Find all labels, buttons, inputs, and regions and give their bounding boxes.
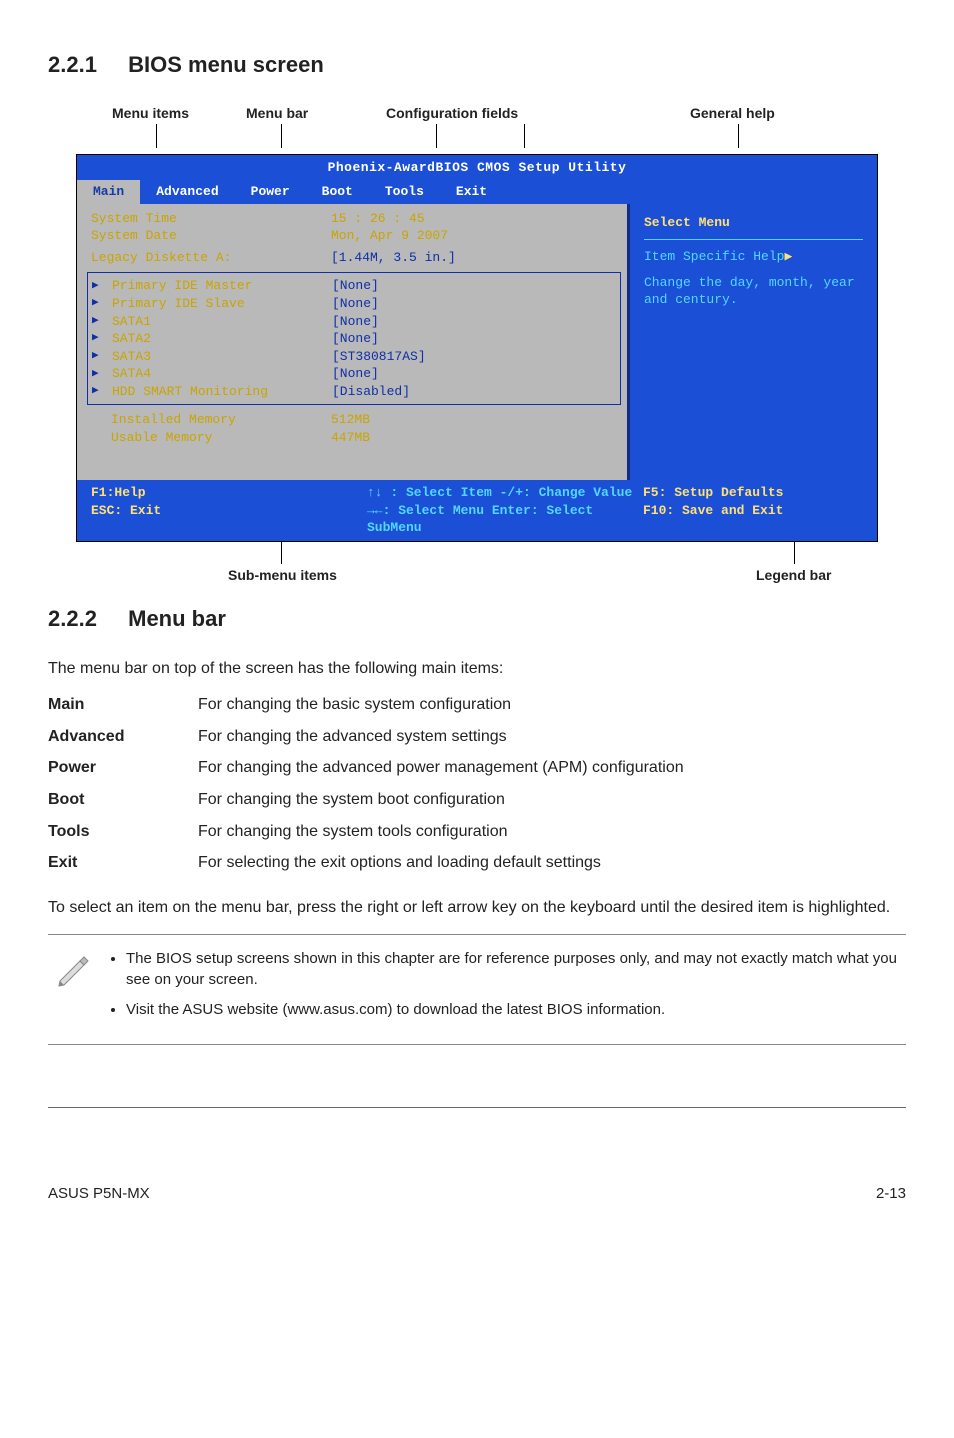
submenu-sata1[interactable]: SATA1: [112, 313, 332, 331]
callout-general: General help: [690, 104, 775, 123]
chevron-right-icon: ▶: [92, 331, 102, 346]
def-val: For changing the advanced system setting…: [198, 721, 696, 753]
footer-left: ASUS P5N-MX: [48, 1184, 150, 1204]
tab-main[interactable]: Main: [77, 180, 140, 204]
bios-title: Phoenix-AwardBIOS CMOS Setup Utility: [77, 155, 877, 181]
def-val: For changing the system boot configurati…: [198, 784, 696, 816]
table-row: PowerFor changing the advanced power man…: [48, 752, 696, 784]
definitions-table: MainFor changing the basic system config…: [48, 689, 696, 879]
chevron-right-icon: ▶: [92, 349, 102, 364]
value-sata1: [None]: [332, 313, 616, 331]
help-line2: Change the day, month, year and century.: [644, 274, 863, 309]
legend-right: F5: Setup Defaults F10: Save and Exit: [643, 484, 863, 537]
submenu-primary-ide-slave[interactable]: Primary IDE Slave: [112, 295, 332, 313]
table-row: MainFor changing the basic system config…: [48, 689, 696, 721]
table-row: ToolsFor changing the system tools confi…: [48, 816, 696, 848]
submenu-sata3[interactable]: SATA3: [112, 348, 332, 366]
heading-num: 2.2.1: [48, 50, 122, 80]
field-installed-memory-label: Installed Memory: [91, 411, 331, 429]
def-key: Tools: [48, 816, 198, 848]
callout-sub-menu: Sub-menu items: [228, 566, 337, 585]
tab-power[interactable]: Power: [235, 180, 306, 204]
tab-boot[interactable]: Boot: [306, 180, 369, 204]
field-usable-memory-value: 447MB: [331, 429, 617, 447]
pencil-icon: [54, 949, 100, 995]
chevron-right-icon: ▶: [92, 384, 102, 399]
bios-menubar: Main Advanced Power Boot Tools Exit: [77, 180, 877, 204]
triangle-right-icon: ▶: [784, 249, 792, 264]
heading-2-2-2: 2.2.2 Menu bar: [48, 604, 906, 634]
submenu-hdd-smart[interactable]: HDD SMART Monitoring: [112, 383, 332, 401]
def-key: Main: [48, 689, 198, 721]
callout-config: Configuration fields: [386, 104, 518, 123]
note-box: The BIOS setup screens shown in this cha…: [48, 934, 906, 1045]
submenu-sata4[interactable]: SATA4: [112, 365, 332, 383]
legend-left: F1:Help ESC: Exit: [91, 484, 367, 537]
def-val: For changing the advanced power manageme…: [198, 752, 696, 784]
submenu-sata2[interactable]: SATA2: [112, 330, 332, 348]
table-row: AdvancedFor changing the advanced system…: [48, 721, 696, 753]
value-primary-ide-master: [None]: [332, 277, 616, 295]
page-footer: ASUS P5N-MX 2-13: [48, 1184, 906, 1204]
def-val: For changing the system tools configurat…: [198, 816, 696, 848]
chevron-right-icon: ▶: [92, 367, 102, 382]
ide-sata-frame: ▶Primary IDE Master[None] ▶Primary IDE S…: [87, 272, 621, 405]
tab-advanced[interactable]: Advanced: [140, 180, 234, 204]
help-line1: Item Specific Help▶: [644, 248, 863, 266]
tab-tools[interactable]: Tools: [369, 180, 440, 204]
value-primary-ide-slave: [None]: [332, 295, 616, 313]
field-installed-memory-value: 512MB: [331, 411, 617, 429]
chevron-right-icon: ▶: [92, 296, 102, 311]
field-legacy-diskette-value[interactable]: [1.44M, 3.5 in.]: [331, 249, 617, 267]
table-row: ExitFor selecting the exit options and l…: [48, 847, 696, 879]
value-sata2: [None]: [332, 330, 616, 348]
bios-legend-bar: F1:Help ESC: Exit ↑↓ : Select Item -/+: …: [77, 480, 877, 541]
field-usable-memory-label: Usable Memory: [91, 429, 331, 447]
value-hdd-smart: [Disabled]: [332, 383, 616, 401]
footer-right: 2-13: [876, 1184, 906, 1204]
callout-menu-items: Menu items: [112, 104, 189, 123]
note-item: The BIOS setup screens shown in this cha…: [126, 949, 900, 990]
def-key: Boot: [48, 784, 198, 816]
callout-menu-bar: Menu bar: [246, 104, 308, 123]
callouts-top: Menu items Menu bar Configuration fields…: [76, 104, 878, 122]
paragraph-nav: To select an item on the menu bar, press…: [48, 897, 906, 919]
field-system-date-value[interactable]: Mon, Apr 9 2007: [331, 227, 617, 245]
field-system-time-label[interactable]: System Time: [91, 210, 331, 228]
legend-mid: ↑↓ : Select Item -/+: Change Value →←: S…: [367, 484, 643, 537]
note-item: Visit the ASUS website (www.asus.com) to…: [126, 1000, 900, 1020]
paragraph-intro: The menu bar on top of the screen has th…: [48, 658, 906, 680]
callout-legend: Legend bar: [756, 566, 831, 585]
bios-window: Phoenix-AwardBIOS CMOS Setup Utility Mai…: [76, 154, 878, 542]
def-key: Advanced: [48, 721, 198, 753]
def-key: Exit: [48, 847, 198, 879]
help-header: Select Menu: [644, 214, 863, 232]
field-system-time-value[interactable]: 15 : 26 : 45: [331, 210, 617, 228]
heading-title: Menu bar: [128, 606, 226, 631]
field-legacy-diskette-label[interactable]: Legacy Diskette A:: [91, 249, 331, 267]
chevron-right-icon: ▶: [92, 279, 102, 294]
callouts-bottom: Sub-menu items Legend bar: [76, 566, 878, 584]
value-sata4: [None]: [332, 365, 616, 383]
chevron-right-icon: ▶: [92, 314, 102, 329]
bios-left-pane: System Time 15 : 26 : 45 System Date Mon…: [77, 204, 627, 481]
bios-help-pane: Select Menu Item Specific Help▶ Change t…: [627, 204, 877, 481]
table-row: BootFor changing the system boot configu…: [48, 784, 696, 816]
def-key: Power: [48, 752, 198, 784]
tab-exit[interactable]: Exit: [440, 180, 503, 204]
heading-num: 2.2.2: [48, 604, 122, 634]
def-val: For changing the basic system configurat…: [198, 689, 696, 721]
footer-rule: [48, 1107, 906, 1108]
value-sata3: [ST380817AS]: [332, 348, 616, 366]
submenu-primary-ide-master[interactable]: Primary IDE Master: [112, 277, 332, 295]
callout-ticks-bottom: [76, 542, 878, 566]
heading-title: BIOS menu screen: [128, 52, 324, 77]
def-val: For selecting the exit options and loadi…: [198, 847, 696, 879]
heading-2-2-1: 2.2.1 BIOS menu screen: [48, 50, 906, 80]
callout-ticks-top: [76, 124, 878, 154]
field-system-date-label[interactable]: System Date: [91, 227, 331, 245]
